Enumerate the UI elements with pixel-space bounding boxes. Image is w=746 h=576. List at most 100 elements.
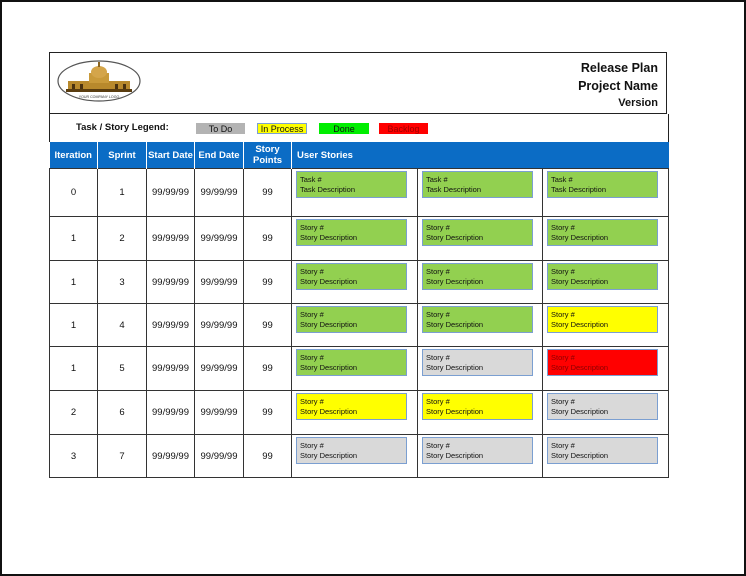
story-card-done[interactable]: Story # Story Description xyxy=(422,306,533,333)
story-card-backlog[interactable]: Story # Story Description xyxy=(547,349,658,376)
table-row: 3 7 99/99/99 99/99/99 99 Story # Story Descrip… xyxy=(49,434,670,478)
legend-in-process: In Process xyxy=(257,123,307,134)
story-card-todo[interactable]: Story # Story Description xyxy=(296,437,407,464)
story-card-title: Task # xyxy=(300,175,322,184)
story-card-inprocess[interactable]: Story # Story Description xyxy=(422,393,533,420)
table-row: 1 3 99/99/99 99/99/99 99 Story # Story Descrip… xyxy=(49,260,670,304)
story-card-title: Story # xyxy=(426,441,450,450)
company-logo-icon: YOUR COMPANY LOGO xyxy=(57,60,141,102)
end-date-cell: 99/99/99 xyxy=(194,168,244,217)
version-label: Version xyxy=(618,97,658,109)
story-card-title: Story # xyxy=(426,267,450,276)
user-story-cell: Story # Story Description xyxy=(417,434,543,478)
story-card-inprocess[interactable]: Story # Story Description xyxy=(547,306,658,333)
story-points-cell: 99 xyxy=(243,434,292,478)
end-date-cell: 99/99/99 xyxy=(194,390,244,435)
table-row: 0 1 99/99/99 99/99/99 99 Task # Task Descripti… xyxy=(49,168,670,217)
end-date-cell: 99/99/99 xyxy=(194,346,244,391)
story-card-title: Story # xyxy=(551,397,575,406)
story-card-title: Story # xyxy=(426,397,450,406)
iteration-cell: 1 xyxy=(49,260,98,304)
story-card-description: Task Description xyxy=(300,185,356,194)
story-card-description: Story Description xyxy=(300,363,358,372)
user-story-cell: Story # Story Description xyxy=(417,346,543,391)
release-plan-table: Iteration Sprint Start Date End Date Sto… xyxy=(49,142,670,478)
story-card-todo[interactable]: Story # Story Description xyxy=(547,393,658,420)
iteration-cell: 0 xyxy=(49,168,98,217)
svg-text:YOUR COMPANY LOGO: YOUR COMPANY LOGO xyxy=(79,95,120,99)
story-card-done[interactable]: Task # Task Description xyxy=(296,171,407,198)
story-card-inprocess[interactable]: Story # Story Description xyxy=(296,393,407,420)
story-card-description: Story Description xyxy=(426,233,484,242)
user-story-cell: Task # Task Description xyxy=(417,168,543,217)
story-card-done[interactable]: Story # Story Description xyxy=(296,349,407,376)
story-points-cell: 99 xyxy=(243,216,292,261)
col-header-end-date: End Date xyxy=(194,142,244,169)
story-card-todo[interactable]: Story # Story Description xyxy=(547,437,658,464)
story-card-description: Story Description xyxy=(426,363,484,372)
story-card-done[interactable]: Story # Story Description xyxy=(296,219,407,246)
start-date-cell: 99/99/99 xyxy=(146,346,195,391)
story-card-title: Story # xyxy=(551,353,575,362)
story-points-cell: 99 xyxy=(243,168,292,217)
story-card-description: Story Description xyxy=(300,320,358,329)
story-card-done[interactable]: Task # Task Description xyxy=(547,171,658,198)
user-story-cell: Story # Story Description xyxy=(417,303,543,347)
story-card-description: Story Description xyxy=(426,277,484,286)
story-points-cell: 99 xyxy=(243,390,292,435)
story-card-title: Story # xyxy=(426,223,450,232)
table-row: 2 6 99/99/99 99/99/99 99 Story # Story Descrip… xyxy=(49,390,670,435)
document-header: YOUR COMPANY LOGO Release Plan Project N… xyxy=(49,52,667,115)
story-card-title: Story # xyxy=(551,223,575,232)
story-card-done[interactable]: Story # Story Description xyxy=(422,263,533,290)
story-card-done[interactable]: Task # Task Description xyxy=(422,171,533,198)
story-card-description: Story Description xyxy=(551,363,609,372)
story-card-done[interactable]: Story # Story Description xyxy=(547,219,658,246)
table-row: 1 2 99/99/99 99/99/99 99 Story # Story Descrip… xyxy=(49,216,670,261)
table-row: 1 4 99/99/99 99/99/99 99 Story # Story Descrip… xyxy=(49,303,670,347)
story-card-description: Story Description xyxy=(551,233,609,242)
user-story-cell: Story # Story Description xyxy=(291,346,418,391)
story-card-description: Task Description xyxy=(551,185,607,194)
story-card-description: Story Description xyxy=(551,451,609,460)
col-header-story-points: Story Points xyxy=(243,142,292,169)
user-story-cell: Story # Story Description xyxy=(291,260,418,304)
user-story-cell: Story # Story Description xyxy=(291,303,418,347)
story-card-done[interactable]: Story # Story Description xyxy=(422,219,533,246)
legend-label: Task / Story Legend: xyxy=(76,122,169,133)
user-story-cell: Story # Story Description xyxy=(541,216,670,261)
story-points-cell: 99 xyxy=(243,260,292,304)
story-card-title: Task # xyxy=(551,175,573,184)
project-name: Project Name xyxy=(578,79,658,93)
story-card-title: Story # xyxy=(300,441,324,450)
story-card-done[interactable]: Story # Story Description xyxy=(296,263,407,290)
col-header-iteration: Iteration xyxy=(49,142,98,169)
legend-row: Task / Story Legend: To Do In Process Do… xyxy=(49,114,669,142)
start-date-cell: 99/99/99 xyxy=(146,390,195,435)
document-title: Release Plan xyxy=(580,61,658,75)
table-row: 1 5 99/99/99 99/99/99 99 Story # Story Descrip… xyxy=(49,346,670,391)
story-card-todo[interactable]: Story # Story Description xyxy=(422,437,533,464)
iteration-cell: 3 xyxy=(49,434,98,478)
user-story-cell: Story # Story Description xyxy=(291,390,418,435)
iteration-cell: 1 xyxy=(49,216,98,261)
table-header-row: Iteration Sprint Start Date End Date Sto… xyxy=(49,142,669,169)
story-card-done[interactable]: Story # Story Description xyxy=(547,263,658,290)
story-card-title: Story # xyxy=(300,397,324,406)
story-card-todo[interactable]: Story # Story Description xyxy=(422,349,533,376)
iteration-cell: 2 xyxy=(49,390,98,435)
user-story-cell: Story # Story Description xyxy=(291,434,418,478)
legend-todo: To Do xyxy=(196,123,245,134)
user-story-cell: Task # Task Description xyxy=(541,168,670,217)
story-card-description: Story Description xyxy=(300,277,358,286)
user-story-cell: Story # Story Description xyxy=(541,260,670,304)
start-date-cell: 99/99/99 xyxy=(146,168,195,217)
story-card-description: Story Description xyxy=(551,277,609,286)
start-date-cell: 99/99/99 xyxy=(146,216,195,261)
user-story-cell: Task # Task Description xyxy=(291,168,418,217)
story-card-description: Story Description xyxy=(426,407,484,416)
story-card-done[interactable]: Story # Story Description xyxy=(296,306,407,333)
story-card-title: Story # xyxy=(300,310,324,319)
story-card-title: Task # xyxy=(426,175,448,184)
story-points-cell: 99 xyxy=(243,303,292,347)
